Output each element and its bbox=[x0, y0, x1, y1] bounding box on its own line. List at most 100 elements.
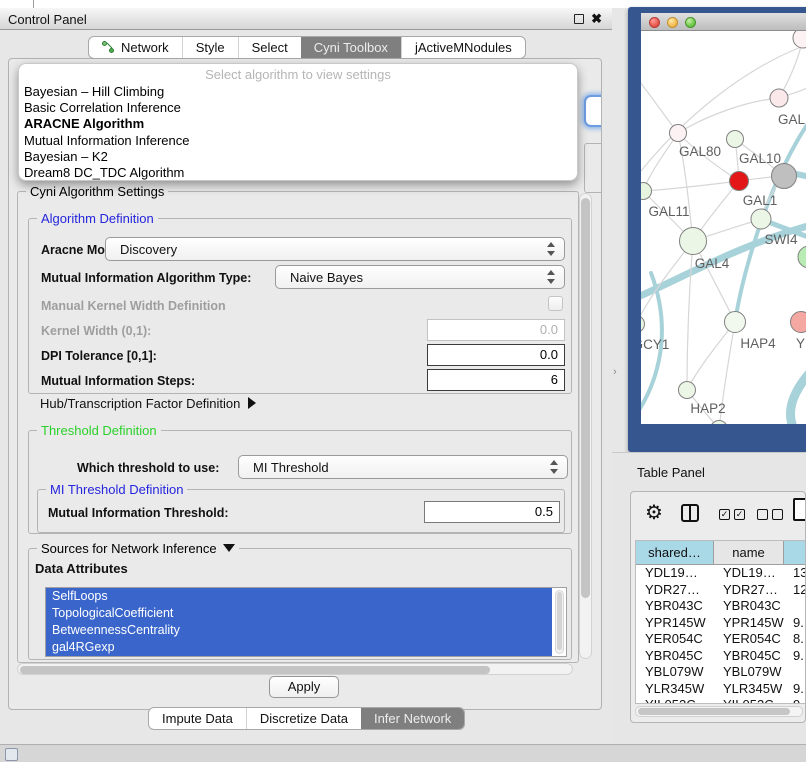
column-header[interactable]: A bbox=[784, 541, 806, 565]
sources-expander[interactable]: Sources for Network Inference bbox=[37, 541, 239, 556]
splitter-handle[interactable]: › bbox=[613, 366, 617, 378]
tab-network[interactable]: Network bbox=[89, 37, 182, 58]
algorithm-combo-partial[interactable] bbox=[584, 95, 602, 127]
table-row[interactable]: YBR045CYBR045C9. bbox=[636, 648, 806, 665]
tab-style[interactable]: Style bbox=[182, 37, 238, 58]
table-cell: YPR145W bbox=[636, 615, 714, 632]
table-row[interactable]: YBR043CYBR043C bbox=[636, 598, 806, 615]
scroll-thumb[interactable] bbox=[638, 708, 790, 715]
selected-value: Naive Bayes bbox=[276, 270, 543, 285]
network-node-gal80[interactable] bbox=[670, 125, 687, 142]
kernel-width-field[interactable]: 0.0 bbox=[427, 319, 565, 341]
network-node[interactable] bbox=[798, 246, 806, 268]
network-window-titlebar[interactable] bbox=[641, 13, 806, 31]
table-cell: YLR345W bbox=[714, 681, 784, 698]
tab-bar: Network Style SelectCyni ToolboxjActiveMNo… bbox=[88, 36, 526, 59]
network-node-gal[interactable] bbox=[770, 89, 788, 107]
network-node[interactable] bbox=[793, 31, 806, 48]
algorithm-option[interactable]: Bayesian – K2 bbox=[19, 149, 577, 165]
gear-icon[interactable]: ⚙ bbox=[645, 500, 663, 525]
network-node-hap4[interactable] bbox=[725, 312, 746, 333]
table-row[interactable]: YPR145WYPR145W9. bbox=[636, 615, 806, 632]
data-attributes-list[interactable]: SelfLoopsTopologicalCoefficientBetweenne… bbox=[45, 587, 567, 657]
document-icon[interactable] bbox=[793, 498, 806, 521]
settings-vertical-scrollbar[interactable] bbox=[579, 193, 592, 659]
node-table: shared…nameAYDL19…YDL19…13YDR27…YDR27…12… bbox=[635, 540, 806, 704]
table-row[interactable]: YDL19…YDL19…13 bbox=[636, 565, 806, 582]
tab-impute-data[interactable]: Impute Data bbox=[149, 708, 246, 729]
dpi-tolerance-field[interactable]: 0.0 bbox=[427, 344, 565, 366]
algorithm-option[interactable]: Basic Correlation Inference bbox=[19, 100, 577, 116]
network-node-gcy1[interactable] bbox=[641, 316, 645, 333]
node-label: GAL4 bbox=[695, 256, 730, 271]
hub-definition-expander[interactable]: Hub/Transcription Factor Definition bbox=[40, 396, 256, 411]
checked-boxes-icon[interactable]: ✓✓ bbox=[719, 509, 745, 520]
node-label: GCY1 bbox=[641, 337, 669, 352]
dropdown-placeholder: Select algorithm to view settings bbox=[19, 67, 577, 84]
table-row[interactable]: YIL052CYIL052C9. bbox=[636, 697, 806, 704]
network-node-gal1[interactable] bbox=[730, 172, 749, 191]
attribute-item[interactable]: BetweennessCentrality bbox=[46, 622, 552, 639]
table-row[interactable]: YBL079WYBL079W bbox=[636, 664, 806, 681]
tab-discretize-data[interactable]: Discretize Data bbox=[246, 708, 361, 729]
table-row[interactable]: YDR27…YDR27…12 bbox=[636, 582, 806, 599]
network-node-hap2[interactable] bbox=[679, 382, 696, 399]
network-node-swi4[interactable] bbox=[751, 209, 771, 229]
apply-button[interactable]: Apply bbox=[269, 676, 339, 698]
algorithm-option[interactable]: Bayesian – Hill Climbing bbox=[19, 84, 577, 100]
algorithm-option[interactable]: ARACNE Algorithm bbox=[19, 116, 577, 132]
manual-kernel-checkbox[interactable] bbox=[548, 296, 563, 311]
network-node-gal4[interactable] bbox=[680, 228, 707, 255]
attribute-item[interactable]: SelfLoops bbox=[46, 588, 552, 605]
tab-cyni-toolbox[interactable]: Cyni Toolbox bbox=[301, 37, 401, 58]
minimize-window-icon[interactable] bbox=[667, 17, 678, 28]
network-canvas[interactable]: GALGAL80GAL10GAL1GAL11SWI4GAL4GCY1HAP4YH… bbox=[641, 31, 806, 424]
close-window-icon[interactable] bbox=[649, 17, 660, 28]
algorithm-option[interactable]: Mutual Information Inference bbox=[19, 133, 577, 149]
list-scrollbar[interactable] bbox=[555, 590, 564, 654]
attribute-item[interactable]: TopologicalCoefficient bbox=[46, 605, 552, 622]
node-label: GAL11 bbox=[648, 204, 689, 219]
node-label: GAL1 bbox=[743, 193, 778, 208]
table-cell: 9. bbox=[784, 697, 806, 704]
table-row[interactable]: YER054CYER054C8. bbox=[636, 631, 806, 648]
settings-horizontal-scrollbar[interactable] bbox=[17, 663, 573, 675]
algorithm-option[interactable]: Dream8 DC_TDC Algorithm bbox=[19, 165, 577, 181]
mi-algorithm-type-select[interactable]: Naive Bayes bbox=[275, 265, 565, 289]
network-node[interactable] bbox=[772, 164, 797, 189]
panel-toggle-icon[interactable] bbox=[5, 748, 18, 761]
tab-select[interactable]: Select bbox=[238, 37, 301, 58]
close-icon[interactable]: ✖ bbox=[591, 11, 602, 27]
divider bbox=[33, 0, 34, 8]
table-container: ⚙ ✓✓ shared…nameAYDL19…YDL19…13YDR27…YDR… bbox=[630, 491, 806, 723]
network-node-gal10[interactable] bbox=[727, 131, 744, 148]
node-label: Y bbox=[796, 336, 805, 351]
column-header[interactable]: name bbox=[714, 541, 784, 565]
hub-definition-label: Hub/Transcription Factor Definition bbox=[40, 396, 240, 411]
zoom-window-icon[interactable] bbox=[685, 17, 696, 28]
network-edge bbox=[687, 322, 735, 390]
scroll-thumb[interactable] bbox=[557, 592, 562, 650]
table-horizontal-scrollbar[interactable] bbox=[635, 706, 803, 717]
scroll-thumb[interactable] bbox=[581, 198, 590, 598]
network-node-y[interactable] bbox=[791, 312, 806, 333]
mi-steps-field[interactable]: 6 bbox=[427, 369, 565, 391]
scroll-thumb[interactable] bbox=[20, 666, 490, 674]
tab-jactivemnodules[interactable]: jActiveMNodules bbox=[401, 37, 525, 58]
split-column-icon[interactable] bbox=[681, 504, 699, 522]
unchecked-boxes-icon[interactable] bbox=[757, 509, 783, 520]
tab-infer-network[interactable]: Infer Network bbox=[361, 708, 464, 729]
attribute-item[interactable]: gal4RGexp bbox=[46, 639, 552, 656]
mi-threshold-field[interactable]: 0.5 bbox=[424, 501, 560, 523]
table-cell: YBR043C bbox=[636, 598, 714, 615]
column-header[interactable]: shared… bbox=[636, 541, 714, 565]
table-cell: YIL052C bbox=[714, 697, 784, 704]
which-threshold-select[interactable]: MI Threshold bbox=[238, 455, 568, 479]
tab-label: Style bbox=[196, 40, 225, 55]
table-row[interactable]: YLR345WYLR345W9. bbox=[636, 681, 806, 698]
float-icon[interactable] bbox=[574, 14, 584, 24]
sources-group: Sources for Network Inference Data Attri… bbox=[28, 548, 572, 660]
tab-label: Discretize Data bbox=[260, 711, 348, 726]
aracne-mode-select[interactable]: Discovery bbox=[105, 237, 565, 261]
network-node-gal11[interactable] bbox=[641, 183, 652, 200]
